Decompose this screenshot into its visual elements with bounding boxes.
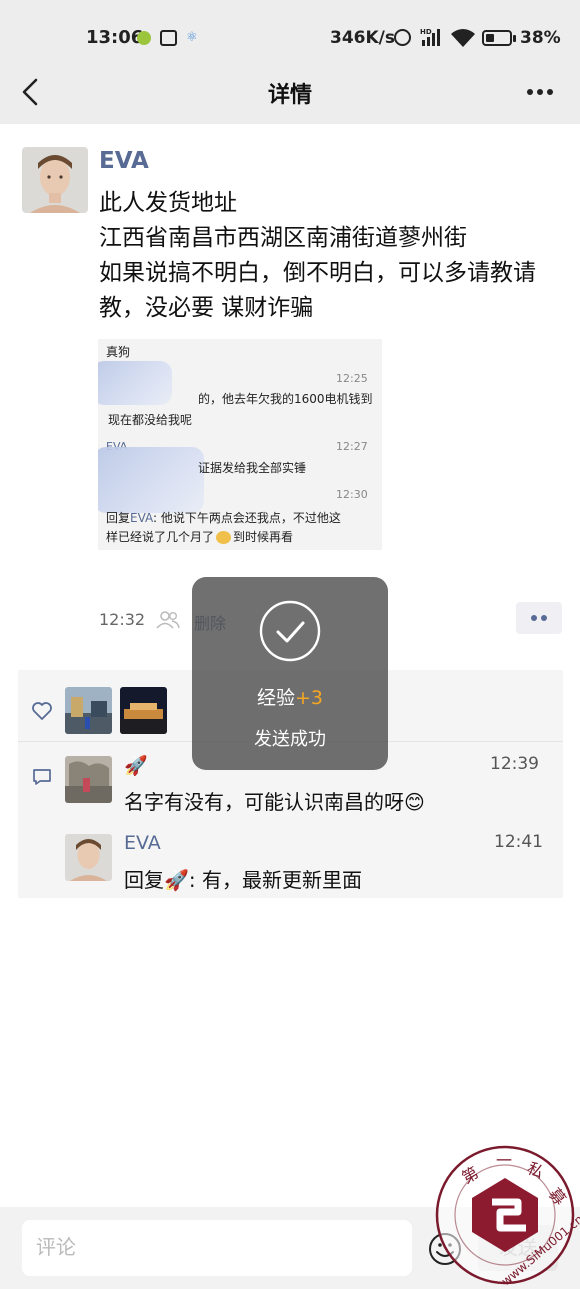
comment-input[interactable] (22, 1220, 412, 1276)
screenshot-blur-redaction (98, 447, 204, 513)
signal-hd-label: HD (420, 28, 432, 36)
like-comment-menu-button[interactable] (516, 602, 562, 634)
commenter-name[interactable]: 🚀 (124, 754, 148, 777)
nav-bar: 详情 (0, 60, 580, 124)
toast-xp-label: 经验 (256, 687, 295, 709)
comment-icon (33, 769, 51, 785)
screenshot-text: 证据发给我全部实锤 (198, 461, 307, 475)
screenshot-time: 12:30 (336, 488, 368, 501)
app-notification-icon (137, 31, 151, 45)
screenshot-header: 真狗 (106, 345, 131, 359)
screenshot-text: 样已经说了几个月了 (106, 530, 215, 544)
post-author-avatar[interactable] (22, 147, 88, 213)
dot-icon (531, 615, 537, 621)
success-toast: 经验+3 发送成功 (192, 577, 388, 770)
battery-cap (513, 35, 516, 42)
screenshot-blur-redaction (98, 361, 172, 405)
page-title: 详情 (267, 83, 312, 108)
post-text-line: 教，没必要 谋财诈骗 (99, 295, 314, 321)
network-speed: 346K/s (330, 28, 395, 48)
cloud-app-icon: ⚛ (186, 30, 198, 45)
battery-icon (482, 30, 512, 46)
commenter-name[interactable]: EVA (124, 832, 161, 854)
screenshot-time: 12:25 (336, 372, 368, 385)
post-time: 12:32 (99, 610, 146, 629)
toast-xp-value: +3 (295, 687, 324, 709)
liker-avatar[interactable] (65, 687, 112, 734)
comment-text[interactable]: 回复🚀: 有，最新更新里面 (124, 864, 362, 893)
alarm-icon (394, 29, 411, 46)
capcut-icon (160, 30, 177, 46)
post-text-line: 此人发货地址 (99, 190, 237, 216)
watermark-stamp-logo: 第 一 私 募 www.SiMu001.cn (435, 1145, 580, 1288)
dot-icon (541, 615, 547, 621)
screenshot-reply-line: 回复EVA: 他说下午两点会还我点，不过他这 (106, 509, 341, 526)
signal-icon: HD (420, 28, 440, 46)
post-author-name[interactable]: EVA (99, 148, 149, 174)
screenshot-text: 的，他去年欠我的1600电机钱到 (198, 392, 373, 406)
screenshot-text: 现在都没给我呢 (108, 413, 193, 427)
post-image-chat-screenshot[interactable]: 真狗 12:25 的，他去年欠我的1600电机钱到 现在都没给我呢 EVA 12… (98, 339, 382, 550)
screenshot-reply-line: 样已经说了几个月了 到时候再看 (106, 528, 293, 545)
svg-text:一: 一 (496, 1151, 512, 1170)
screenshot-reply-name: EVA (130, 511, 154, 525)
screenshot-text: : 他说下午两点会还我点，不过他这 (153, 511, 341, 525)
post-text-line: 如果说搞不明白，倒不明白，可以多请教请 (99, 260, 536, 286)
comment-time: 12:39 (490, 754, 539, 774)
commenter-avatar[interactable] (65, 756, 112, 803)
screenshot-text: 到时候再看 (233, 530, 294, 544)
comment-text[interactable]: 名字有没有，可能认识南昌的呀😊 (124, 786, 425, 815)
checkmark-icon (259, 600, 321, 662)
commenter-avatar[interactable] (65, 834, 112, 881)
heart-icon (32, 702, 52, 720)
toast-experience: 经验+3 (192, 683, 388, 710)
wifi-icon (451, 29, 475, 47)
post-text-line: 江西省南昌市西湖区南浦街道蓼州街 (99, 225, 467, 251)
comment-time: 12:41 (494, 832, 543, 852)
battery-percent: 38% (520, 28, 561, 48)
battery-level-fill (486, 34, 494, 42)
more-options-icon[interactable] (520, 78, 560, 106)
liker-avatar[interactable] (120, 687, 167, 734)
status-time: 13:06 (86, 27, 144, 48)
post-text: 此人发货地址 江西省南昌市西湖区南浦街道蓼州街 如果说搞不明白，倒不明白，可以多… (99, 186, 561, 326)
screenshot-reply-prefix: 回复 (106, 511, 131, 525)
screenshot-time: 12:27 (336, 440, 368, 453)
emoji-icon (216, 531, 232, 544)
toast-message: 发送成功 (254, 729, 326, 750)
visibility-people-icon (156, 611, 180, 629)
